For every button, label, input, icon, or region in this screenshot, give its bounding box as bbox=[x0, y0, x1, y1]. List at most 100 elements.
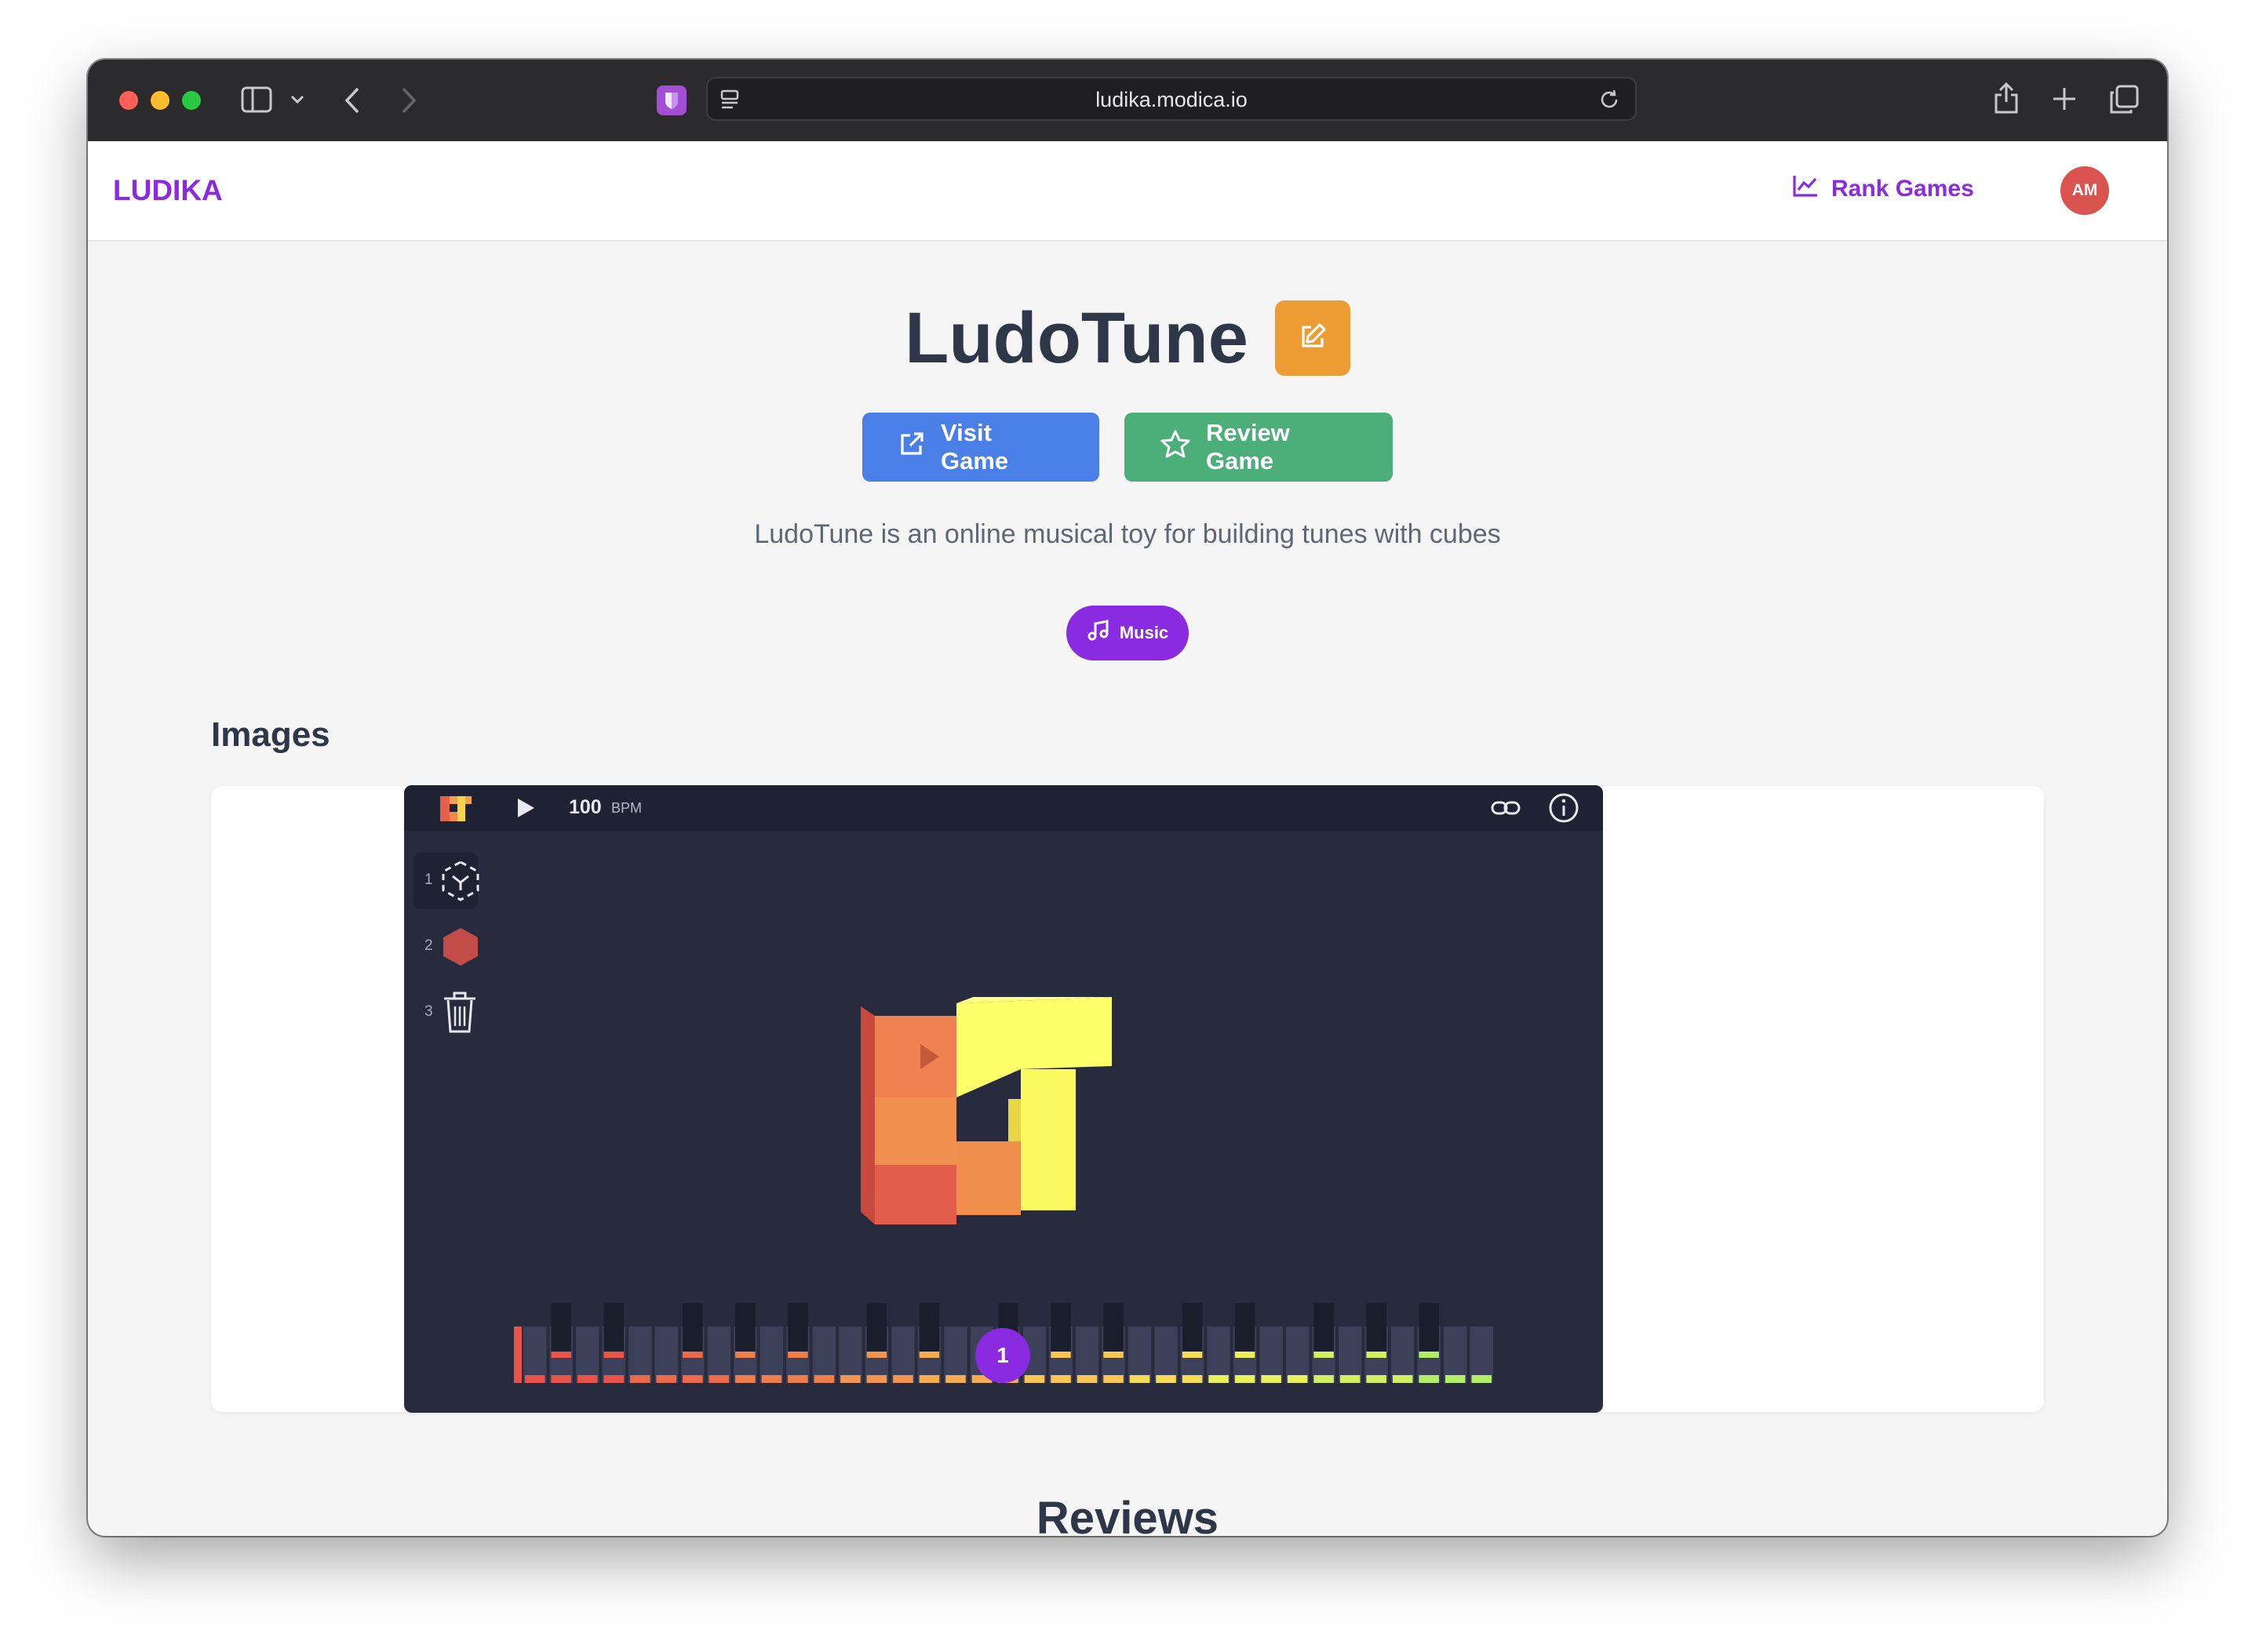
piano-black-key[interactable] bbox=[683, 1303, 703, 1358]
game-screenshot[interactable]: 100 BPM 1 2 3 1 bbox=[404, 785, 1603, 1413]
play-icon[interactable] bbox=[515, 797, 536, 823]
piano-black-key[interactable] bbox=[1366, 1303, 1386, 1358]
playhead-marker[interactable]: 1 bbox=[975, 1328, 1030, 1383]
back-icon[interactable] bbox=[344, 86, 361, 118]
piano-black-key[interactable] bbox=[1419, 1303, 1439, 1358]
piano-key-marker bbox=[1076, 1375, 1098, 1383]
share-icon[interactable] bbox=[1993, 82, 2020, 118]
piano-key[interactable] bbox=[1154, 1326, 1178, 1383]
music-note-icon bbox=[1087, 619, 1110, 647]
piano-black-key-marker bbox=[1103, 1352, 1124, 1358]
piano-key[interactable] bbox=[628, 1326, 652, 1383]
new-tab-icon[interactable] bbox=[2052, 86, 2077, 115]
piano-range-start bbox=[514, 1326, 522, 1383]
browser-window: ludika.modica.io LUDIKA Rank Games AM Lu… bbox=[88, 60, 2167, 1536]
piano-black-key[interactable] bbox=[1182, 1303, 1203, 1358]
piano-black-key[interactable] bbox=[1051, 1303, 1071, 1358]
piano-key-marker bbox=[945, 1375, 966, 1383]
piano-black-key[interactable] bbox=[1234, 1303, 1255, 1358]
tool-number: 2 bbox=[424, 937, 433, 954]
close-window-button[interactable] bbox=[119, 91, 138, 110]
link-icon[interactable] bbox=[1490, 796, 1521, 824]
piano-key-marker bbox=[1392, 1375, 1413, 1383]
piano-black-key-marker bbox=[1051, 1352, 1071, 1358]
tool-number: 3 bbox=[424, 1003, 433, 1020]
piano-key-marker bbox=[735, 1375, 756, 1383]
user-avatar[interactable]: AM bbox=[2060, 166, 2109, 215]
piano-black-key[interactable] bbox=[603, 1303, 625, 1358]
piano-key-marker bbox=[630, 1375, 650, 1383]
piano-key-marker bbox=[1129, 1375, 1150, 1383]
minimize-window-button[interactable] bbox=[151, 91, 169, 110]
piano-key[interactable] bbox=[1390, 1326, 1415, 1383]
edit-button[interactable] bbox=[1274, 300, 1350, 376]
trash-icon[interactable] bbox=[442, 991, 478, 1039]
piano-black-key-marker bbox=[735, 1352, 756, 1358]
piano-key-marker bbox=[1182, 1375, 1203, 1383]
piano-black-key[interactable] bbox=[551, 1303, 572, 1358]
piano-key-marker bbox=[1024, 1375, 1045, 1383]
screenshot-toolbar: 100 BPM bbox=[404, 785, 1603, 831]
piano-key-marker bbox=[1287, 1375, 1308, 1383]
reload-icon[interactable] bbox=[1597, 88, 1621, 115]
piano-key-marker bbox=[866, 1375, 887, 1383]
review-game-button[interactable]: Review Game bbox=[1124, 413, 1393, 482]
forward-icon[interactable] bbox=[400, 86, 417, 118]
piano-key-marker bbox=[1471, 1375, 1492, 1383]
brand-logo[interactable]: LUDIKA bbox=[113, 174, 223, 207]
piano-key-marker bbox=[761, 1375, 782, 1383]
piano-black-key[interactable] bbox=[866, 1303, 887, 1358]
piano-key[interactable] bbox=[1338, 1326, 1362, 1383]
piano-key[interactable] bbox=[654, 1326, 679, 1383]
piano-black-key-marker bbox=[1234, 1352, 1255, 1358]
piano-key[interactable] bbox=[1075, 1326, 1099, 1383]
piano-key[interactable] bbox=[760, 1326, 784, 1383]
piano-key[interactable] bbox=[812, 1326, 836, 1383]
piano-black-key[interactable] bbox=[919, 1303, 940, 1358]
piano-key-marker bbox=[656, 1375, 677, 1383]
sidebar-toggle-icon[interactable] bbox=[241, 86, 272, 117]
select-cube-icon[interactable] bbox=[439, 859, 483, 907]
piano-key-marker bbox=[788, 1375, 808, 1383]
add-cube-icon[interactable] bbox=[439, 925, 483, 973]
piano-key[interactable] bbox=[1259, 1326, 1283, 1383]
piano-black-key[interactable] bbox=[788, 1303, 808, 1358]
chevron-down-icon[interactable] bbox=[290, 94, 304, 109]
piano-black-key-marker bbox=[603, 1352, 625, 1358]
piano-key[interactable] bbox=[576, 1326, 599, 1383]
shield-extension-icon[interactable] bbox=[656, 85, 687, 120]
genre-tag[interactable]: Music bbox=[1066, 606, 1189, 660]
piano-key-marker bbox=[893, 1375, 913, 1383]
game-description: LudoTune is an online musical toy for bu… bbox=[754, 519, 1501, 549]
piano-key-marker bbox=[1313, 1375, 1334, 1383]
piano-key[interactable] bbox=[523, 1326, 547, 1383]
piano-key-marker bbox=[1051, 1375, 1071, 1383]
piano-key-marker bbox=[1419, 1375, 1439, 1383]
url-text: ludika.modica.io bbox=[1095, 88, 1248, 111]
piano-key[interactable] bbox=[1470, 1326, 1493, 1383]
piano-key[interactable] bbox=[839, 1326, 862, 1383]
bpm-value[interactable]: 100 bbox=[569, 796, 602, 819]
piano-key[interactable] bbox=[1443, 1326, 1467, 1383]
piano-key[interactable] bbox=[944, 1326, 967, 1383]
address-bar[interactable]: ludika.modica.io bbox=[706, 77, 1637, 121]
piano-key-marker bbox=[1156, 1375, 1176, 1383]
visit-game-button[interactable]: Visit Game bbox=[862, 413, 1099, 482]
piano-key[interactable] bbox=[1207, 1326, 1230, 1383]
edit-icon bbox=[1297, 321, 1328, 356]
piano-key[interactable] bbox=[707, 1326, 731, 1383]
piano-key[interactable] bbox=[1128, 1326, 1152, 1383]
piano-key-marker bbox=[709, 1375, 730, 1383]
page-title: LudoTune bbox=[905, 298, 1248, 378]
images-heading: Images bbox=[211, 715, 330, 754]
piano-black-key[interactable] bbox=[1313, 1303, 1334, 1358]
zoom-window-button[interactable] bbox=[182, 91, 201, 110]
piano-key[interactable] bbox=[891, 1326, 915, 1383]
piano-black-key[interactable] bbox=[1103, 1303, 1124, 1358]
rank-games-link[interactable]: Rank Games bbox=[1792, 174, 1974, 204]
tab-overview-icon[interactable] bbox=[2109, 85, 2139, 118]
app-navbar: LUDIKA Rank Games AM bbox=[88, 141, 2167, 242]
piano-key[interactable] bbox=[1285, 1326, 1310, 1383]
info-icon[interactable] bbox=[1548, 792, 1579, 828]
piano-black-key[interactable] bbox=[735, 1303, 756, 1358]
